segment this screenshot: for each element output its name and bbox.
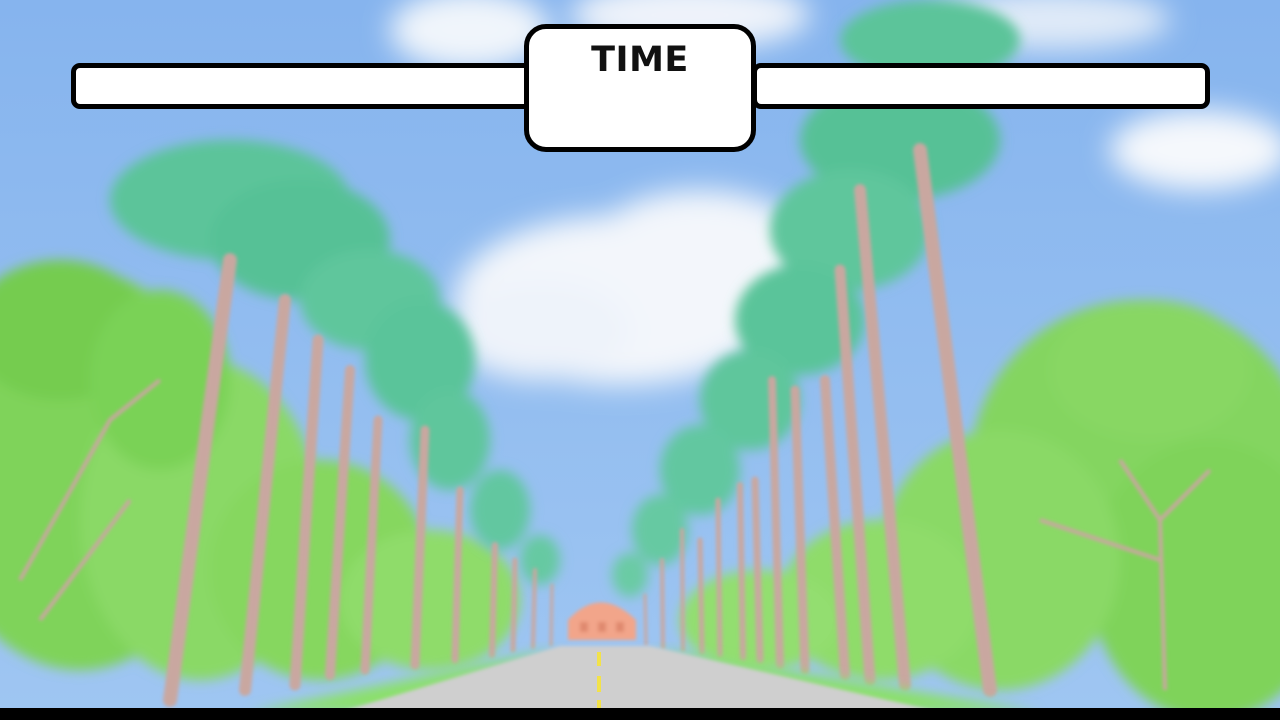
time-panel: TIME <box>524 24 756 152</box>
left-progress-bar <box>71 63 533 109</box>
bottom-border <box>0 708 1280 720</box>
time-label: TIME <box>591 40 689 80</box>
right-progress-bar <box>752 63 1210 109</box>
game-stage: TIME <box>0 0 1280 720</box>
